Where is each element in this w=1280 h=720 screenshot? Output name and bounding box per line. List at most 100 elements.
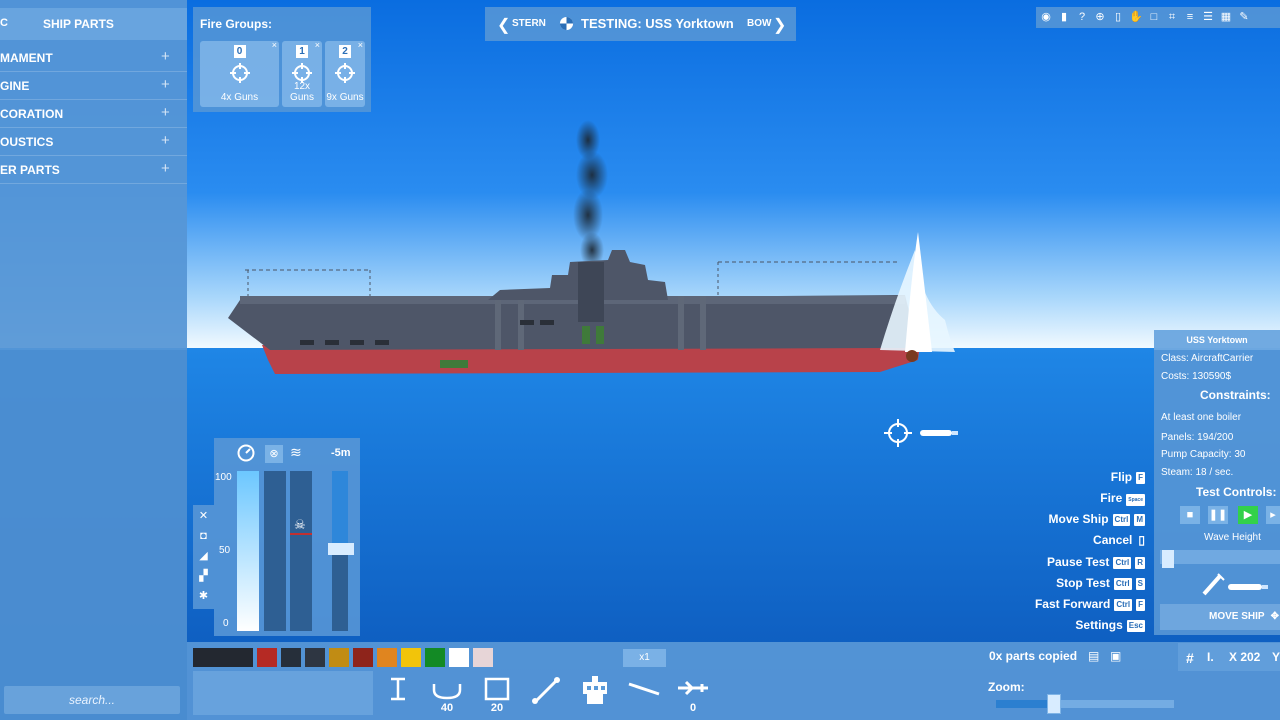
wrench-icon[interactable]: ✎	[1236, 9, 1252, 25]
plus-icon[interactable]: +	[161, 160, 170, 177]
plus-icon[interactable]: +	[161, 104, 170, 121]
category-label: GINE	[0, 79, 30, 93]
sail-icon[interactable]: ◢	[195, 548, 212, 565]
color-swatch[interactable]	[473, 648, 493, 667]
mouse-icon: ▯	[1138, 533, 1145, 547]
zoom-slider-knob[interactable]	[1047, 694, 1061, 714]
grid-icon[interactable]: #	[1186, 650, 1194, 666]
stop-button[interactable]: ■	[1180, 506, 1200, 524]
ibeam-tool[interactable]	[381, 676, 415, 710]
plane-tool[interactable]: 0	[676, 676, 710, 714]
bridge-tool[interactable]	[578, 676, 612, 710]
fire-group-0[interactable]: 0 × 4x Guns	[200, 40, 279, 107]
fire-group-index: 1	[296, 45, 308, 58]
wrench-icon[interactable]: ✕	[195, 508, 212, 525]
hint-label: Fire	[1100, 491, 1123, 505]
play-button[interactable]: ▶	[1238, 506, 1258, 524]
key-badge: Ctrl	[1113, 557, 1132, 569]
color-swatch[interactable]	[281, 648, 301, 667]
color-swatch[interactable]	[257, 648, 277, 667]
fire-groups-title: Fire Groups:	[200, 17, 273, 31]
plus-icon[interactable]: +	[161, 132, 170, 149]
hint-stop-test[interactable]: Stop Test Ctrl S	[1056, 576, 1145, 590]
search-input[interactable]: search...	[4, 686, 180, 714]
color-swatch[interactable]	[305, 648, 325, 667]
frame-tool[interactable]: 20	[480, 676, 514, 714]
copy-icon[interactable]: ▤	[1088, 649, 1099, 663]
depth-slider-track[interactable]	[328, 471, 354, 631]
ballast-bar: ☠	[290, 471, 312, 631]
fire-group-index: 2	[339, 45, 351, 58]
plus-icon[interactable]: +	[161, 48, 170, 65]
menu-icon[interactable]: ≡	[1182, 9, 1198, 25]
color-swatch[interactable]	[425, 648, 445, 667]
fire-group-1[interactable]: 1 × 12x Guns	[282, 40, 322, 107]
waves-icon[interactable]: ≋	[290, 444, 302, 461]
depth-slider-fill	[332, 471, 348, 549]
sidebar-back-icon[interactable]: C	[0, 17, 8, 29]
hand-icon[interactable]: ✋	[1128, 9, 1144, 25]
book-icon[interactable]: ▮	[1056, 9, 1072, 25]
chevron-left-icon[interactable]: ❮	[497, 15, 510, 35]
category-other-parts[interactable]: ER PARTS +	[0, 156, 187, 184]
close-icon[interactable]: ×	[358, 40, 363, 50]
rudder-icon[interactable]: ⊗	[265, 445, 283, 463]
crop-icon[interactable]: ⌗	[1164, 9, 1180, 25]
eye-icon[interactable]: ◉	[1038, 9, 1054, 25]
camera-icon[interactable]: ◘	[195, 528, 212, 545]
category-armament[interactable]: MAMENT +	[0, 44, 187, 72]
color-swatch[interactable]	[377, 648, 397, 667]
flag-icon[interactable]: ▞	[195, 568, 212, 585]
wave-height-knob[interactable]	[1162, 550, 1174, 568]
hint-fast-forward[interactable]: Fast Forward Ctrl F	[1035, 597, 1145, 611]
hint-cancel[interactable]: Cancel ▯	[1093, 533, 1145, 547]
close-icon[interactable]: ×	[315, 40, 320, 50]
danger-line	[290, 533, 312, 535]
category-engine[interactable]: GINE +	[0, 72, 187, 100]
syringe-icon	[1202, 573, 1225, 596]
wave-height-slider[interactable]	[1160, 550, 1280, 568]
game-viewport[interactable]	[0, 0, 1280, 720]
hint-flip[interactable]: Flip F	[1111, 470, 1145, 484]
stern-button[interactable]: STERN	[512, 18, 546, 29]
paste-icon[interactable]: ▣	[1110, 649, 1121, 663]
target-icon[interactable]: ⊕	[1092, 9, 1108, 25]
bow-button[interactable]: BOW	[747, 18, 771, 29]
line-tool[interactable]	[627, 676, 661, 710]
square-icon[interactable]: □	[1146, 9, 1162, 25]
hull-tool[interactable]: 40	[430, 676, 464, 714]
hint-fire[interactable]: Fire Space	[1100, 491, 1145, 506]
hint-settings[interactable]: Settings Esc	[1075, 618, 1145, 632]
chart-icon[interactable]: ▦	[1218, 9, 1234, 25]
plane-count: 0	[689, 702, 697, 714]
depth-slider-knob[interactable]	[328, 543, 354, 555]
gear-icon[interactable]: ✱	[195, 588, 212, 605]
color-swatch[interactable]	[353, 648, 373, 667]
chevron-right-icon[interactable]: ❯	[773, 15, 786, 35]
strut-tool[interactable]	[529, 676, 563, 710]
fire-group-2[interactable]: 2 × 9x Guns	[325, 40, 365, 107]
multiplier-badge[interactable]: x1	[623, 649, 666, 667]
constraint-steam: Steam: 18 / sec.	[1161, 467, 1234, 478]
color-swatch[interactable]	[329, 648, 349, 667]
close-icon[interactable]: ×	[272, 40, 277, 50]
hint-pause-test[interactable]: Pause Test Ctrl R	[1047, 555, 1145, 569]
move-ship-button[interactable]: MOVE SHIP ✥	[1160, 604, 1280, 630]
battery-icon[interactable]: ▯	[1110, 9, 1126, 25]
align-icon[interactable]: ☰	[1200, 9, 1216, 25]
category-acoustics[interactable]: OUSTICS +	[0, 128, 187, 156]
key-badge: M	[1134, 514, 1145, 526]
help-icon[interactable]: ?	[1074, 9, 1090, 25]
test-title: TESTING: USS Yorktown	[581, 16, 734, 31]
fast-forward-button[interactable]: ▸	[1266, 506, 1280, 524]
plus-icon[interactable]: +	[161, 76, 170, 93]
color-preview[interactable]	[193, 671, 373, 715]
throttle-bar[interactable]	[237, 471, 259, 631]
hint-move-ship[interactable]: Move Ship Ctrl M	[1049, 512, 1145, 526]
color-swatch[interactable]	[193, 648, 253, 667]
pause-button[interactable]: ❚❚	[1208, 506, 1228, 524]
line-icon	[628, 682, 660, 696]
category-decoration[interactable]: CORATION +	[0, 100, 187, 128]
color-swatch[interactable]	[401, 648, 421, 667]
color-swatch[interactable]	[449, 648, 469, 667]
